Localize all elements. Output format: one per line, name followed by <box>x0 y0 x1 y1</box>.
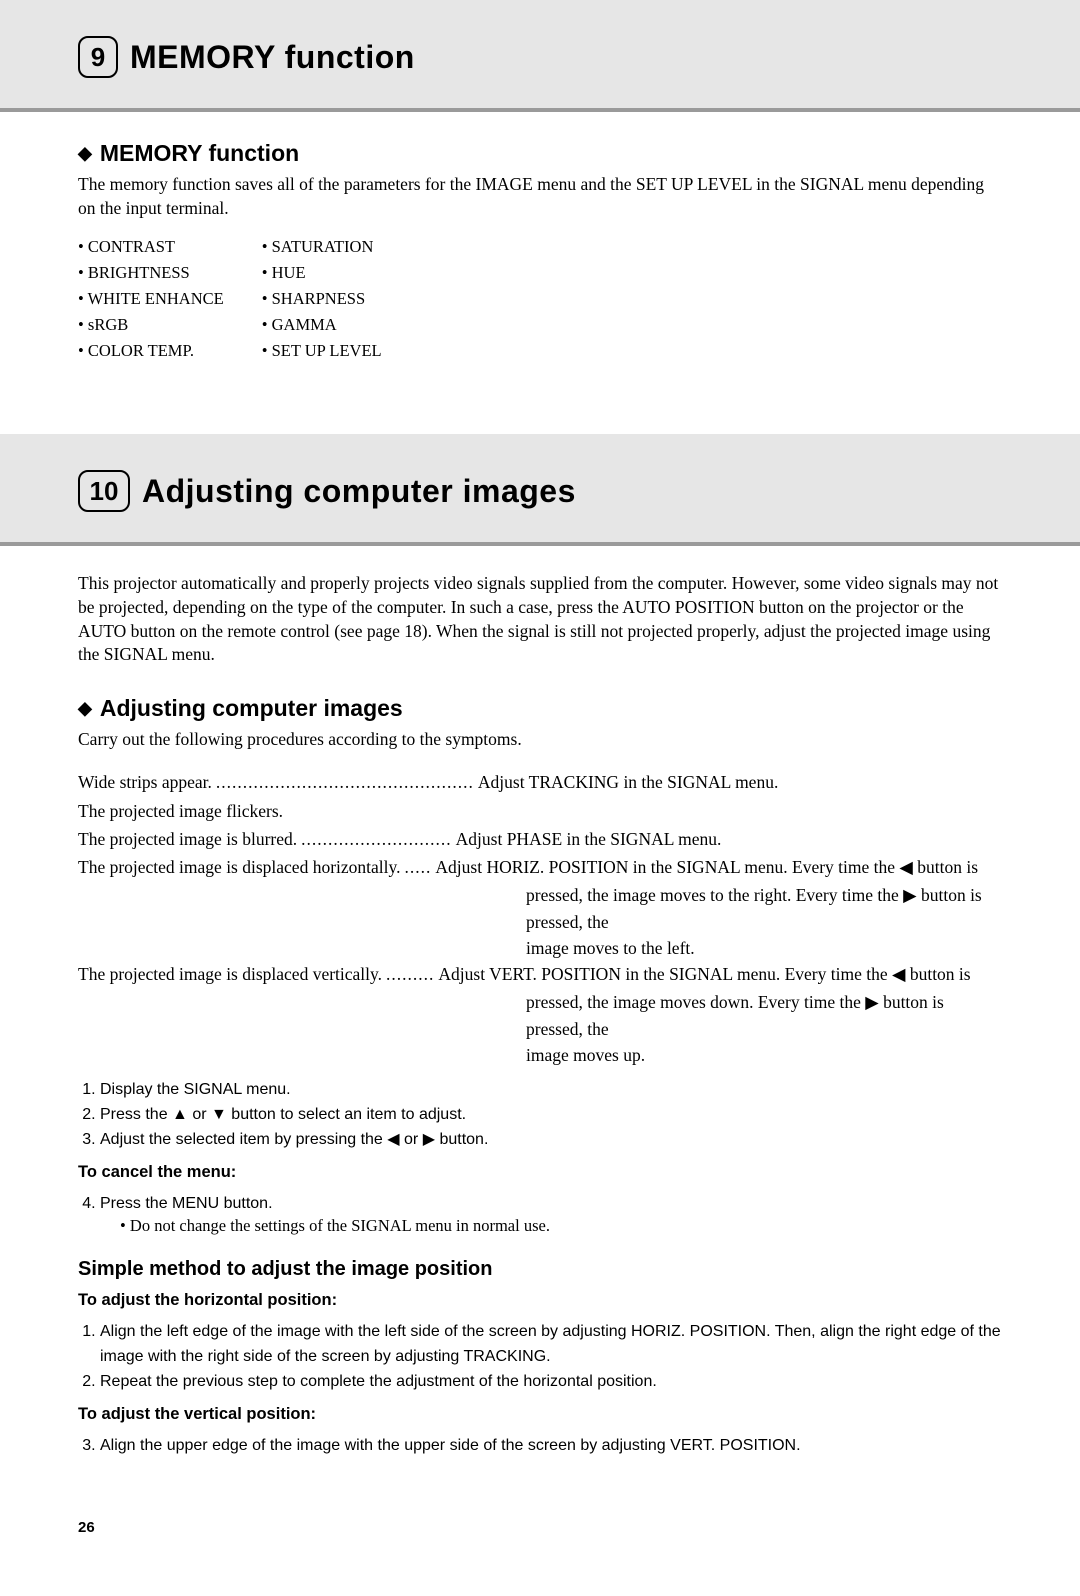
section-9-subhead: ◆ MEMORY function <box>78 140 1002 167</box>
param-item: HUE <box>262 260 382 286</box>
symptom-row: The projected image is blurred. ........… <box>78 826 1002 852</box>
section-10-subhead: ◆ Adjusting computer images <box>78 695 1002 722</box>
section-10-title: Adjusting computer images <box>142 473 576 510</box>
leader-dots: ............................ <box>301 826 452 852</box>
section-10-header-band: 10 Adjusting computer images <box>0 434 1080 542</box>
section-9-subtitle: MEMORY function <box>100 140 299 167</box>
step-text: Press the <box>100 1106 172 1123</box>
vertical-steps: Align the upper edge of the image with t… <box>78 1434 1002 1459</box>
cancel-steps: Press the MENU button. <box>78 1192 1002 1217</box>
left-arrow-icon: ◀ <box>892 964 905 984</box>
step-text: button. <box>435 1131 488 1148</box>
step-text: or <box>400 1131 423 1148</box>
section-9-intro: The memory function saves all of the par… <box>78 173 1002 220</box>
down-arrow-icon: ▼ <box>211 1106 227 1123</box>
left-arrow-icon: ◀ <box>387 1131 399 1148</box>
divider <box>0 108 1080 112</box>
right-arrow-icon: ▶ <box>423 1131 435 1148</box>
symptom-row: The projected image is displaced horizon… <box>78 854 1002 880</box>
param-item: SET UP LEVEL <box>262 338 382 364</box>
vertical-heading: To adjust the vertical position: <box>78 1405 1002 1424</box>
param-item: CONTRAST <box>78 234 224 260</box>
symptom-row: The projected image is displaced vertica… <box>78 961 1002 987</box>
section-10-body: This projector automatically and properl… <box>0 572 1080 1535</box>
param-item: WHITE ENHANCE <box>78 286 224 312</box>
left-arrow-icon: ◀ <box>899 857 912 877</box>
page-number: 26 <box>78 1519 1002 1536</box>
step-item: Press the ▲ or ▼ button to select an ite… <box>100 1103 1002 1128</box>
symptom-fix-cont: pressed, the image moves to the right. E… <box>78 882 1002 935</box>
section-number-box: 10 <box>78 470 130 512</box>
fix-text: pressed, the image moves to the right. E… <box>526 885 903 905</box>
parameter-col-2: SATURATION HUE SHARPNESS GAMMA SET UP LE… <box>262 234 382 364</box>
divider <box>0 542 1080 546</box>
fix-text: pressed, the image moves down. Every tim… <box>526 992 865 1012</box>
section-number-box: 9 <box>78 36 118 78</box>
symptom-fix-cont: pressed, the image moves down. Every tim… <box>78 989 1002 1042</box>
step-text: button to select an item to adjust. <box>227 1106 466 1123</box>
symptom-fix: Adjust VERT. POSITION in the SIGNAL menu… <box>438 961 970 987</box>
symptom-list: Wide strips appear. ....................… <box>78 769 1002 1068</box>
symptom-label: The projected image is blurred. <box>78 826 297 852</box>
symptom-label: The projected image is displaced horizon… <box>78 854 401 880</box>
symptom-fix: Adjust TRACKING in the SIGNAL menu. <box>478 769 778 795</box>
step-item: Align the left edge of the image with th… <box>100 1320 1002 1370</box>
cancel-heading: To cancel the menu: <box>78 1163 1002 1182</box>
diamond-icon: ◆ <box>78 143 92 164</box>
fix-text: Adjust VERT. POSITION in the SIGNAL menu… <box>438 964 892 984</box>
fix-text: Adjust HORIZ. POSITION in the SIGNAL men… <box>435 857 899 877</box>
simple-method-heading: Simple method to adjust the image positi… <box>78 1258 1002 1281</box>
step-item: Adjust the selected item by pressing the… <box>100 1128 1002 1153</box>
horizontal-steps: Align the left edge of the image with th… <box>78 1320 1002 1394</box>
symptom-label: The projected image is displaced vertica… <box>78 961 382 987</box>
right-arrow-icon: ▶ <box>865 992 878 1012</box>
symptom-fix: Adjust HORIZ. POSITION in the SIGNAL men… <box>435 854 978 880</box>
section-10-subtitle: Adjusting computer images <box>100 695 403 722</box>
step-text: Adjust the selected item by pressing the <box>100 1131 387 1148</box>
symptom-row: Wide strips appear. ....................… <box>78 769 1002 795</box>
leader-dots: ......... <box>386 961 434 987</box>
step-item: Display the SIGNAL menu. <box>100 1078 1002 1103</box>
param-item: sRGB <box>78 312 224 338</box>
step-text: or <box>188 1106 211 1123</box>
symptom-fix: Adjust PHASE in the SIGNAL menu. <box>456 826 722 852</box>
param-item: BRIGHTNESS <box>78 260 224 286</box>
symptom-fix-cont: image moves up. <box>78 1042 1002 1068</box>
param-item: SATURATION <box>262 234 382 260</box>
leader-dots: ..... <box>405 854 432 880</box>
symptom-row: The projected image flickers. <box>78 798 1002 824</box>
diamond-icon: ◆ <box>78 698 92 719</box>
leader-dots: ........................................… <box>216 769 474 795</box>
section-10-header: 10 Adjusting computer images <box>78 470 1002 512</box>
section-9-title: MEMORY function <box>130 39 415 76</box>
adjust-steps: Display the SIGNAL menu. Press the ▲ or … <box>78 1078 1002 1152</box>
section-9-header-band: 9 MEMORY function <box>0 0 1080 108</box>
section-9-body: ◆ MEMORY function The memory function sa… <box>0 140 1080 364</box>
up-arrow-icon: ▲ <box>172 1106 188 1123</box>
fix-text: button is <box>905 964 970 984</box>
parameter-col-1: CONTRAST BRIGHTNESS WHITE ENHANCE sRGB C… <box>78 234 224 364</box>
section-10-intro: This projector automatically and properl… <box>78 572 1002 667</box>
section-9-header: 9 MEMORY function <box>78 36 1002 78</box>
parameter-columns: CONTRAST BRIGHTNESS WHITE ENHANCE sRGB C… <box>78 234 1002 364</box>
param-item: SHARPNESS <box>262 286 382 312</box>
right-arrow-icon: ▶ <box>903 885 916 905</box>
fix-text: button is <box>913 857 978 877</box>
step-item: Press the MENU button. <box>100 1192 1002 1217</box>
step-item: Repeat the previous step to complete the… <box>100 1370 1002 1395</box>
note-bullet: Do not change the settings of the SIGNAL… <box>120 1216 1002 1236</box>
section-10-lead: Carry out the following procedures accor… <box>78 728 1002 752</box>
param-item: COLOR TEMP. <box>78 338 224 364</box>
symptom-label: Wide strips appear. <box>78 769 212 795</box>
horizontal-heading: To adjust the horizontal position: <box>78 1291 1002 1310</box>
document-page: 9 MEMORY function ◆ MEMORY function The … <box>0 0 1080 1596</box>
symptom-label: The projected image flickers. <box>78 798 283 824</box>
step-item: Align the upper edge of the image with t… <box>100 1434 1002 1459</box>
param-item: GAMMA <box>262 312 382 338</box>
symptom-fix-cont: image moves to the left. <box>78 935 1002 961</box>
